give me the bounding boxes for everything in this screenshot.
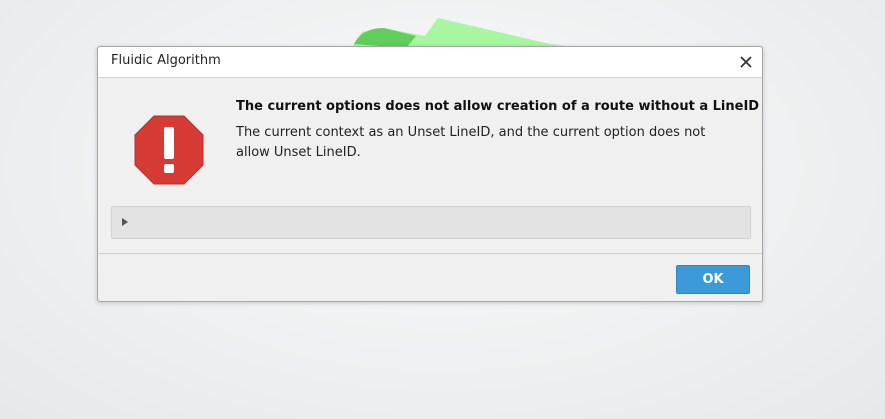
error-heading: The current options does not allow creat…: [236, 99, 760, 114]
close-button[interactable]: [736, 52, 756, 72]
error-message: The current context as an Unset LineID, …: [236, 125, 706, 160]
ok-button[interactable]: OK: [676, 265, 750, 294]
dialog-titlebar: Fluidic Algorithm: [98, 47, 762, 78]
close-icon: [740, 56, 752, 68]
error-dialog: Fluidic Algorithm The current options do…: [97, 46, 763, 302]
expand-arrow-icon: [122, 218, 128, 226]
footer-separator: [98, 253, 762, 254]
details-expander[interactable]: [111, 206, 751, 239]
error-stop-icon: [134, 115, 204, 185]
dialog-title: Fluidic Algorithm: [111, 53, 221, 68]
